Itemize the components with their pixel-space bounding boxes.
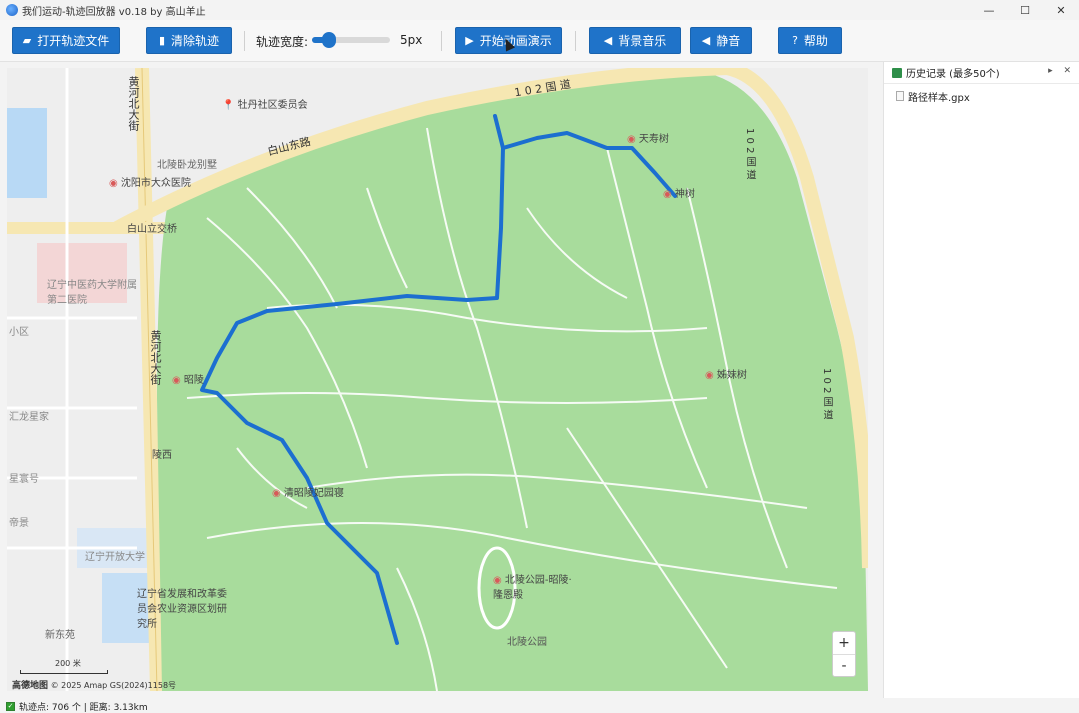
- poi-xingjia: 星寰号: [9, 474, 39, 485]
- poi-qingzhao: ◉ 清昭陵妃园寝: [272, 488, 344, 499]
- map-scale: 200 米: [20, 658, 108, 674]
- scale-bar: [20, 670, 108, 674]
- track-width-value: 5px: [400, 33, 423, 47]
- mute-button[interactable]: ◀ 静音: [690, 27, 752, 54]
- pin-icon: ◉: [493, 575, 502, 586]
- track-width-slider[interactable]: [312, 32, 390, 48]
- map-view[interactable]: 1 0 2 国 道 1 0 2 国 道 1 0 2 国 道 白山东路 黄河北大街…: [7, 68, 868, 691]
- history-panel: 历史记录 (最多50个) ▸ ✕ 路径样本.gpx: [883, 62, 1079, 698]
- poi-tianshou: ◉ 天寿树: [627, 134, 669, 145]
- poi-beiling-park-name: 北陵公园: [507, 637, 547, 648]
- pin-icon: ◉: [627, 134, 636, 145]
- pin-icon: ◉: [172, 375, 181, 386]
- poi-interchange: 白山立交桥: [127, 224, 177, 235]
- history-item[interactable]: 路径样本.gpx: [884, 84, 1079, 108]
- title-bar: 我们运动-轨迹回放器 v0.18 by 高山羊止 — ☐ ✕: [0, 0, 1079, 20]
- start-animation-label: 开始动画演示: [479, 34, 552, 48]
- poi-zhaoling: ◉ 昭陵: [172, 375, 204, 386]
- poi-liaoning-tcm: 辽宁中医药大学附属第二医院: [47, 280, 137, 306]
- history-title: 历史记录 (最多50个): [906, 69, 1000, 80]
- toolbar-divider: [441, 31, 442, 51]
- mute-label: 静音: [716, 34, 741, 48]
- status-text: 轨迹点: 706 个 | 距离: 3.13km: [19, 702, 148, 713]
- window-title: 我们运动-轨迹回放器 v0.18 by 高山羊止: [22, 6, 206, 18]
- poi-beiling-park: ◉ 北陵公园-昭陵·隆恩殿: [493, 575, 572, 601]
- open-track-button[interactable]: ▰ 打开轨迹文件: [12, 27, 120, 54]
- poi-jiemei: ◉ 姊妹树: [705, 370, 747, 381]
- clear-track-button[interactable]: ▮ 清除轨迹: [146, 27, 232, 54]
- history-icon: [892, 67, 902, 78]
- background-music-button[interactable]: ◀ 背景音乐: [589, 27, 681, 54]
- zoom-in-button[interactable]: +: [833, 632, 855, 654]
- poi-jinghuan: 帝景: [9, 518, 29, 529]
- folder-icon: ▰: [22, 34, 32, 47]
- window-controls: — ☐ ✕: [971, 0, 1079, 20]
- track-width-label: 轨迹宽度:: [256, 35, 309, 49]
- play-icon: ▶: [465, 34, 474, 47]
- status-bar: ✓ 轨迹点: 706 个 | 距离: 3.13km: [0, 699, 1079, 713]
- help-icon: ?: [792, 34, 798, 47]
- maximize-button[interactable]: ☐: [1007, 0, 1043, 20]
- pin-icon: ◉: [272, 488, 281, 499]
- history-item-name: 路径样本.gpx: [908, 92, 970, 104]
- minimize-button[interactable]: —: [971, 0, 1007, 20]
- poi-shenshu: ◉ 神树: [663, 189, 695, 200]
- pin-icon: ◉: [705, 370, 714, 381]
- zoom-control: + -: [832, 631, 856, 677]
- poi-huilong: 汇龙星家: [9, 412, 49, 423]
- pin-icon: ◉: [109, 178, 118, 189]
- file-icon: [896, 91, 904, 101]
- clear-track-label: 清除轨迹: [171, 34, 220, 48]
- close-button[interactable]: ✕: [1043, 0, 1079, 20]
- poi-xiaoqu: 小区: [9, 327, 29, 338]
- poi-beiling-wolong: 北陵卧龙别墅: [157, 160, 217, 171]
- poi-liaoning-kaifa: 辽宁开放大学: [85, 552, 145, 563]
- poi-liaoning-fazhan: 辽宁省发展和改革委员会农业资源区划研究所: [137, 589, 227, 630]
- map-attribution: 高德地图 © 2025 Amap GS(2024)1158号: [12, 678, 176, 691]
- road-label-102-right-lower: 1 0 2 国 道: [821, 368, 832, 420]
- pin-icon: ◉: [663, 189, 672, 200]
- slider-thumb[interactable]: [322, 32, 337, 48]
- zoom-out-button[interactable]: -: [833, 655, 855, 677]
- amap-logo: 高德地图: [12, 681, 49, 691]
- poi-hospital: ◉ 沈阳市大众医院: [109, 178, 191, 189]
- app-icon: [6, 4, 18, 16]
- history-header: 历史记录 (最多50个) ▸ ✕: [884, 62, 1079, 84]
- road-label-102-right: 1 0 2 国 道: [744, 128, 755, 180]
- road-label-huanghe: 黄河北大街: [127, 76, 140, 131]
- attribution-text: © 2025 Amap GS(2024)1158号: [50, 681, 177, 690]
- poi-lingxi: 陵西: [152, 450, 172, 461]
- trash-icon: ▮: [158, 34, 166, 47]
- toolbar: ▰ 打开轨迹文件 ▮ 清除轨迹 轨迹宽度: 5px ▶ 开始动画演示 ◀ 背景音…: [0, 20, 1079, 62]
- road-label-huanghe-south: 黄河北大街: [149, 330, 162, 385]
- speaker-icon: ◀: [603, 34, 613, 47]
- scale-text: 200 米: [55, 659, 81, 668]
- mute-icon: ◀: [701, 34, 711, 47]
- toolbar-divider: [244, 31, 245, 51]
- help-label: 帮助: [803, 34, 828, 48]
- toolbar-divider: [575, 31, 576, 51]
- help-button[interactable]: ? 帮助: [778, 27, 842, 54]
- poi-mudan: 📍 牡丹社区委员会: [222, 100, 308, 111]
- status-check-icon: ✓: [6, 701, 15, 711]
- open-track-label: 打开轨迹文件: [37, 34, 110, 48]
- background-music-label: 背景音乐: [618, 34, 667, 48]
- panel-controls[interactable]: ▸ ✕: [1048, 66, 1075, 76]
- poi-xindong: 新东苑: [45, 630, 75, 641]
